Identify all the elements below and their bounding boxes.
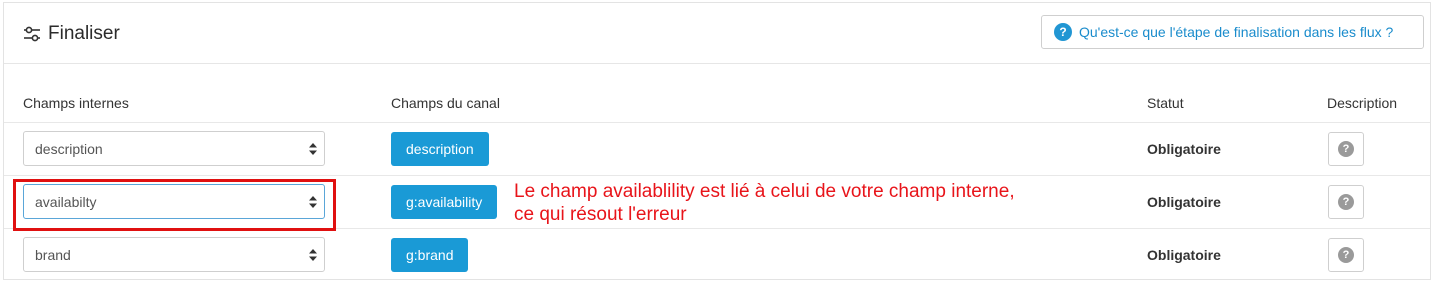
table-divider <box>4 122 1430 123</box>
channel-field-chip[interactable]: g:brand <box>391 238 469 272</box>
internal-field-select[interactable]: description <box>23 131 325 166</box>
highlight-box <box>13 179 336 231</box>
finaliser-panel: Finaliser ? Qu'est-ce que l'étape de fin… <box>3 2 1431 280</box>
column-header-internal: Champs internes <box>23 95 129 111</box>
column-header-description: Description <box>1327 95 1398 111</box>
description-button[interactable]: ? <box>1328 132 1364 166</box>
channel-field-chip[interactable]: g:availability <box>391 185 498 219</box>
channel-field-label: g:brand <box>406 247 454 263</box>
help-button-label: Qu'est-ce que l'étape de finalisation da… <box>1079 24 1394 40</box>
annotation-text: Le champ availablility est lié à celui d… <box>514 180 1015 226</box>
question-icon: ? <box>1338 141 1354 157</box>
select-value: brand <box>35 246 71 263</box>
status-label: Obligatoire <box>1147 247 1221 263</box>
select-value: description <box>35 140 103 157</box>
column-header-status: Statut <box>1147 95 1184 111</box>
panel-header: Finaliser ? Qu'est-ce que l'étape de fin… <box>4 3 1430 64</box>
channel-field-chip[interactable]: description <box>391 132 489 166</box>
select-arrows-icon <box>309 248 317 261</box>
annotation-line-2: ce qui résout l'erreur <box>514 204 687 225</box>
description-button[interactable]: ? <box>1328 238 1364 272</box>
status-label: Obligatoire <box>1147 141 1221 157</box>
select-arrows-icon <box>309 142 317 155</box>
title-wrap: Finaliser <box>22 23 120 45</box>
question-icon: ? <box>1338 247 1354 263</box>
channel-field-label: g:availability <box>406 194 483 210</box>
column-header-channel: Champs du canal <box>391 95 500 111</box>
row-divider <box>4 175 1430 176</box>
question-circle-icon: ? <box>1054 23 1072 41</box>
page-title: Finaliser <box>48 23 120 44</box>
internal-field-select[interactable]: brand <box>23 237 325 272</box>
annotation-line-1: Le champ availablility est lié à celui d… <box>514 181 1015 202</box>
channel-field-label: description <box>406 141 474 157</box>
description-button[interactable]: ? <box>1328 185 1364 219</box>
status-label: Obligatoire <box>1147 194 1221 210</box>
sliders-icon <box>24 26 40 42</box>
help-button[interactable]: ? Qu'est-ce que l'étape de finalisation … <box>1041 15 1424 49</box>
question-icon: ? <box>1338 194 1354 210</box>
